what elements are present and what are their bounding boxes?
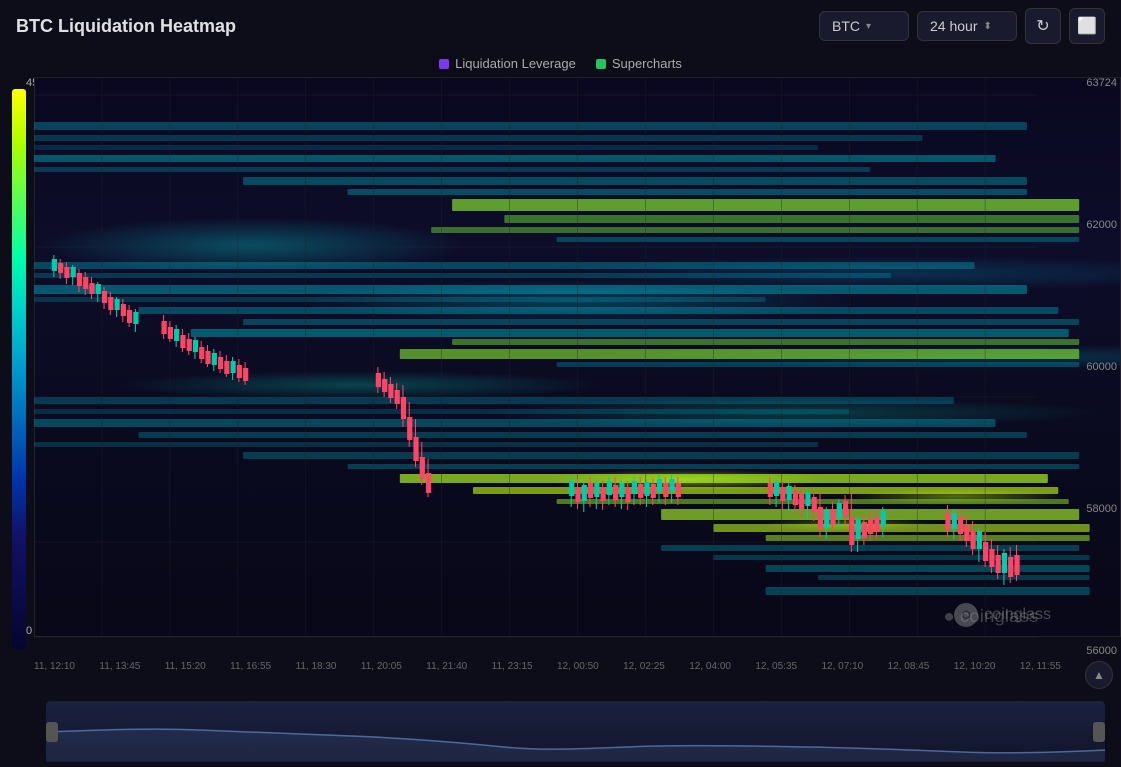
time-axis: 11, 12:10 11, 13:45 11, 15:20 11, 16:55 … xyxy=(34,657,1121,681)
color-scale-bar xyxy=(12,89,26,649)
coinglass-brand-text: coinglass xyxy=(984,606,1051,624)
time-label-11: 12, 05:35 xyxy=(755,661,797,681)
heatmap-background xyxy=(34,77,1121,637)
timeframe-dropdown-arrow: ⬍ xyxy=(983,21,991,32)
legend-liquidation: Liquidation Leverage xyxy=(439,56,576,71)
chart-area[interactable]: ● coinglass 63724 62000 60000 58000 5600… xyxy=(34,77,1121,697)
camera-icon: ⬜ xyxy=(1077,16,1097,36)
time-label-6: 11, 21:40 xyxy=(426,661,467,681)
btc-dropdown-arrow: ▾ xyxy=(866,21,871,32)
legend-liquidation-dot xyxy=(439,59,449,69)
price-label-63724: 63724 xyxy=(1065,77,1117,89)
color-scale: 45.57M 0 xyxy=(8,77,30,697)
legend-supercharts-dot xyxy=(596,59,606,69)
time-label-2: 11, 15:20 xyxy=(165,661,206,681)
btc-value: BTC xyxy=(832,18,860,34)
minimap-fill xyxy=(46,702,1105,761)
chart-container: 45.57M 0 xyxy=(0,77,1121,697)
price-label-58000: 58000 xyxy=(1065,503,1117,515)
time-label-9: 12, 02:25 xyxy=(623,661,665,681)
camera-button[interactable]: ⬜ xyxy=(1069,8,1105,44)
coinglass-logo-icon: ⬡ xyxy=(954,603,978,627)
time-label-7: 11, 23:15 xyxy=(492,661,533,681)
time-label-4: 11, 18:30 xyxy=(296,661,337,681)
btc-selector[interactable]: BTC ▾ xyxy=(819,11,909,41)
time-label-15: 12, 11:55 xyxy=(1020,661,1061,681)
refresh-button[interactable]: ↻ xyxy=(1025,8,1061,44)
price-axis: 63724 62000 60000 58000 56000 xyxy=(1061,77,1121,657)
minimap[interactable] xyxy=(46,701,1105,761)
time-label-10: 12, 04:00 xyxy=(689,661,731,681)
legend: Liquidation Leverage Supercharts xyxy=(0,52,1121,77)
time-label-3: 11, 16:55 xyxy=(230,661,271,681)
price-label-60000: 60000 xyxy=(1065,361,1117,373)
time-label-0: 11, 12:10 xyxy=(34,661,75,681)
price-label-56000: 56000 xyxy=(1065,645,1117,657)
time-label-8: 12, 00:50 xyxy=(557,661,599,681)
legend-supercharts: Supercharts xyxy=(596,56,682,71)
scale-bottom-label: 0 xyxy=(26,625,32,637)
controls: BTC ▾ 24 hour ⬍ ↻ ⬜ xyxy=(819,8,1105,44)
scroll-up-button[interactable]: ▲ xyxy=(1085,661,1113,689)
legend-supercharts-label: Supercharts xyxy=(612,56,682,71)
header: BTC Liquidation Heatmap BTC ▾ 24 hour ⬍ … xyxy=(0,0,1121,52)
chart-canvas: ● coinglass 63724 62000 60000 58000 5600… xyxy=(34,77,1121,657)
minimap-handle-right[interactable] xyxy=(1093,722,1105,742)
time-label-14: 12, 10:20 xyxy=(954,661,996,681)
timeframe-selector[interactable]: 24 hour ⬍ xyxy=(917,11,1017,41)
price-label-62000: 62000 xyxy=(1065,219,1117,231)
time-label-12: 12, 07:10 xyxy=(822,661,864,681)
time-label-13: 12, 08:45 xyxy=(888,661,930,681)
legend-liquidation-label: Liquidation Leverage xyxy=(455,56,576,71)
minimap-handle-left[interactable] xyxy=(46,722,58,742)
page-title: BTC Liquidation Heatmap xyxy=(16,16,819,37)
coinglass-watermark: ⬡ coinglass xyxy=(954,603,1051,627)
timeframe-value: 24 hour xyxy=(930,18,977,34)
refresh-icon: ↻ xyxy=(1036,16,1049,36)
time-label-1: 11, 13:45 xyxy=(99,661,140,681)
time-label-5: 11, 20:05 xyxy=(361,661,402,681)
